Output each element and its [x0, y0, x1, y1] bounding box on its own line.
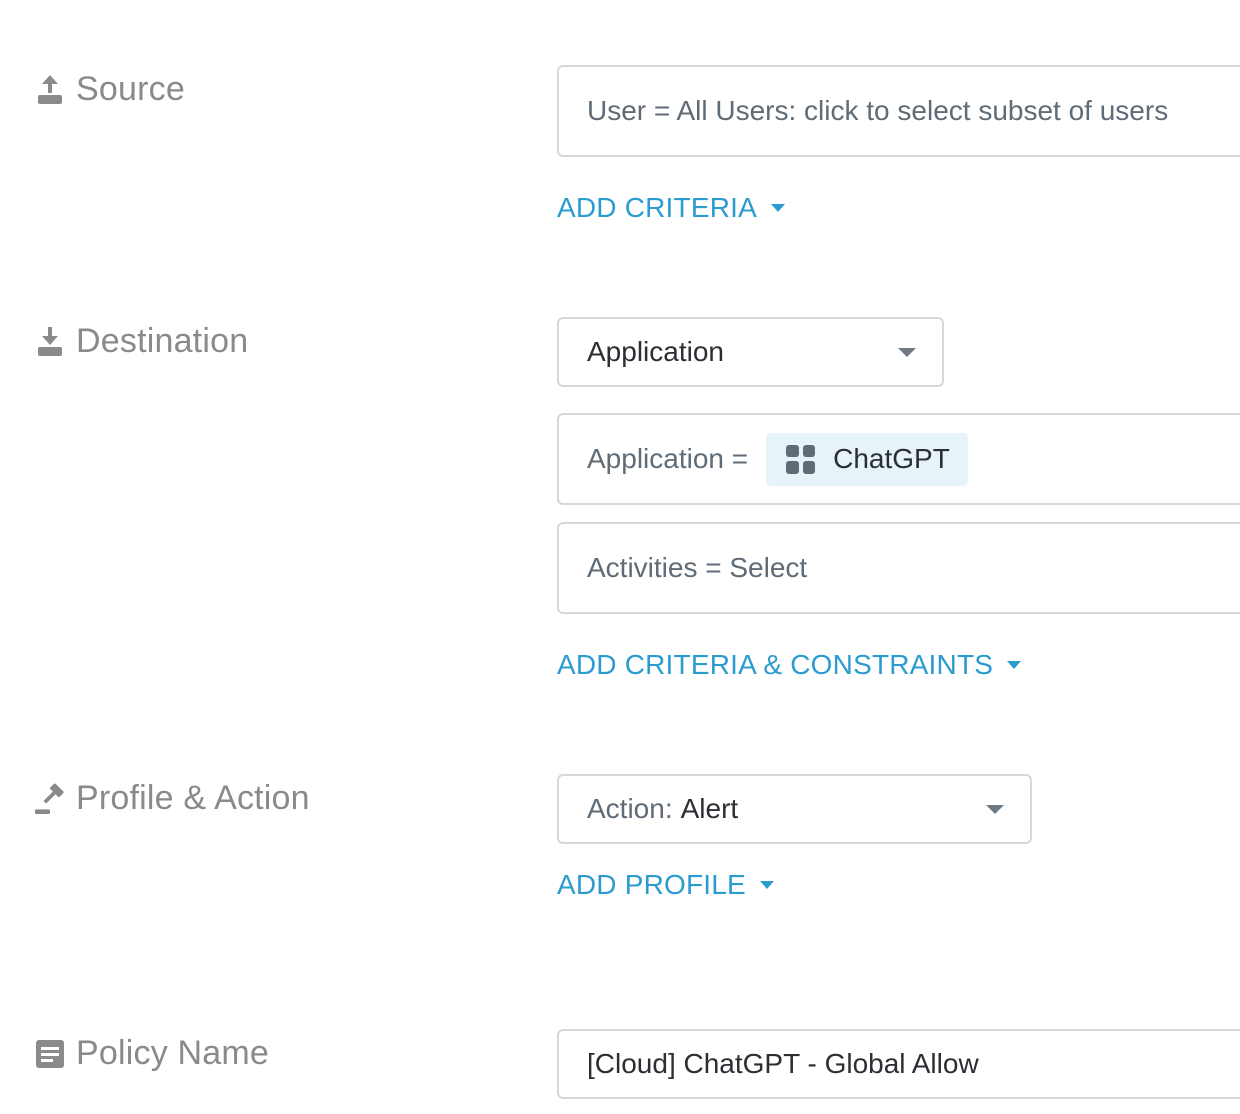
application-chip[interactable]: ChatGPT	[766, 432, 968, 486]
policy-name-value: [Cloud] ChatGPT - Global Allow	[587, 1048, 979, 1079]
application-criteria-field[interactable]: Application = ChatGPT	[557, 413, 1240, 505]
caret-down-icon	[1007, 661, 1022, 669]
chevron-down-icon	[986, 805, 1004, 814]
profile-action-section-label: Profile & Action	[34, 779, 310, 818]
policy-name-input[interactable]: [Cloud] ChatGPT - Global Allow	[557, 1029, 1240, 1099]
profile-action-label: Profile & Action	[76, 779, 310, 817]
add-criteria-constraints-label: ADD CRITERIA & CONSTRAINTS	[557, 649, 994, 680]
activities-text: Activities = Select	[587, 552, 808, 583]
action-value: Alert	[680, 793, 739, 824]
policy-name-section-label: Policy Name	[34, 1034, 269, 1073]
upload-icon	[34, 73, 66, 107]
add-criteria-button[interactable]: ADD CRITERIA	[557, 192, 785, 224]
chevron-down-icon	[898, 348, 916, 357]
action-prefix: Action:	[587, 793, 673, 824]
download-icon	[34, 325, 66, 359]
user-criteria-field[interactable]: User = All Users: click to select subset…	[557, 65, 1240, 157]
add-profile-button[interactable]: ADD PROFILE	[557, 869, 774, 901]
destination-type-value: Application	[587, 336, 724, 367]
destination-section-label: Destination	[34, 322, 248, 361]
gavel-icon	[34, 782, 66, 816]
caret-down-icon	[759, 881, 774, 889]
add-criteria-constraints-button[interactable]: ADD CRITERIA & CONSTRAINTS	[557, 649, 1022, 681]
source-section-label: Source	[34, 70, 185, 109]
action-select[interactable]: Action: Alert	[557, 774, 1032, 844]
activities-field[interactable]: Activities = Select	[557, 522, 1240, 614]
app-grid-icon	[786, 444, 816, 474]
application-chip-label: ChatGPT	[833, 443, 950, 474]
add-profile-label: ADD PROFILE	[557, 869, 746, 900]
destination-label: Destination	[76, 322, 249, 360]
application-prefix: Application =	[587, 443, 749, 474]
user-criteria-text: User = All Users: click to select subset…	[587, 95, 1169, 126]
caret-down-icon	[770, 204, 785, 212]
policy-name-label: Policy Name	[76, 1034, 270, 1072]
add-criteria-label: ADD CRITERIA	[557, 192, 757, 223]
destination-type-select[interactable]: Application	[557, 317, 944, 387]
document-icon	[34, 1037, 66, 1071]
source-label: Source	[76, 70, 185, 108]
